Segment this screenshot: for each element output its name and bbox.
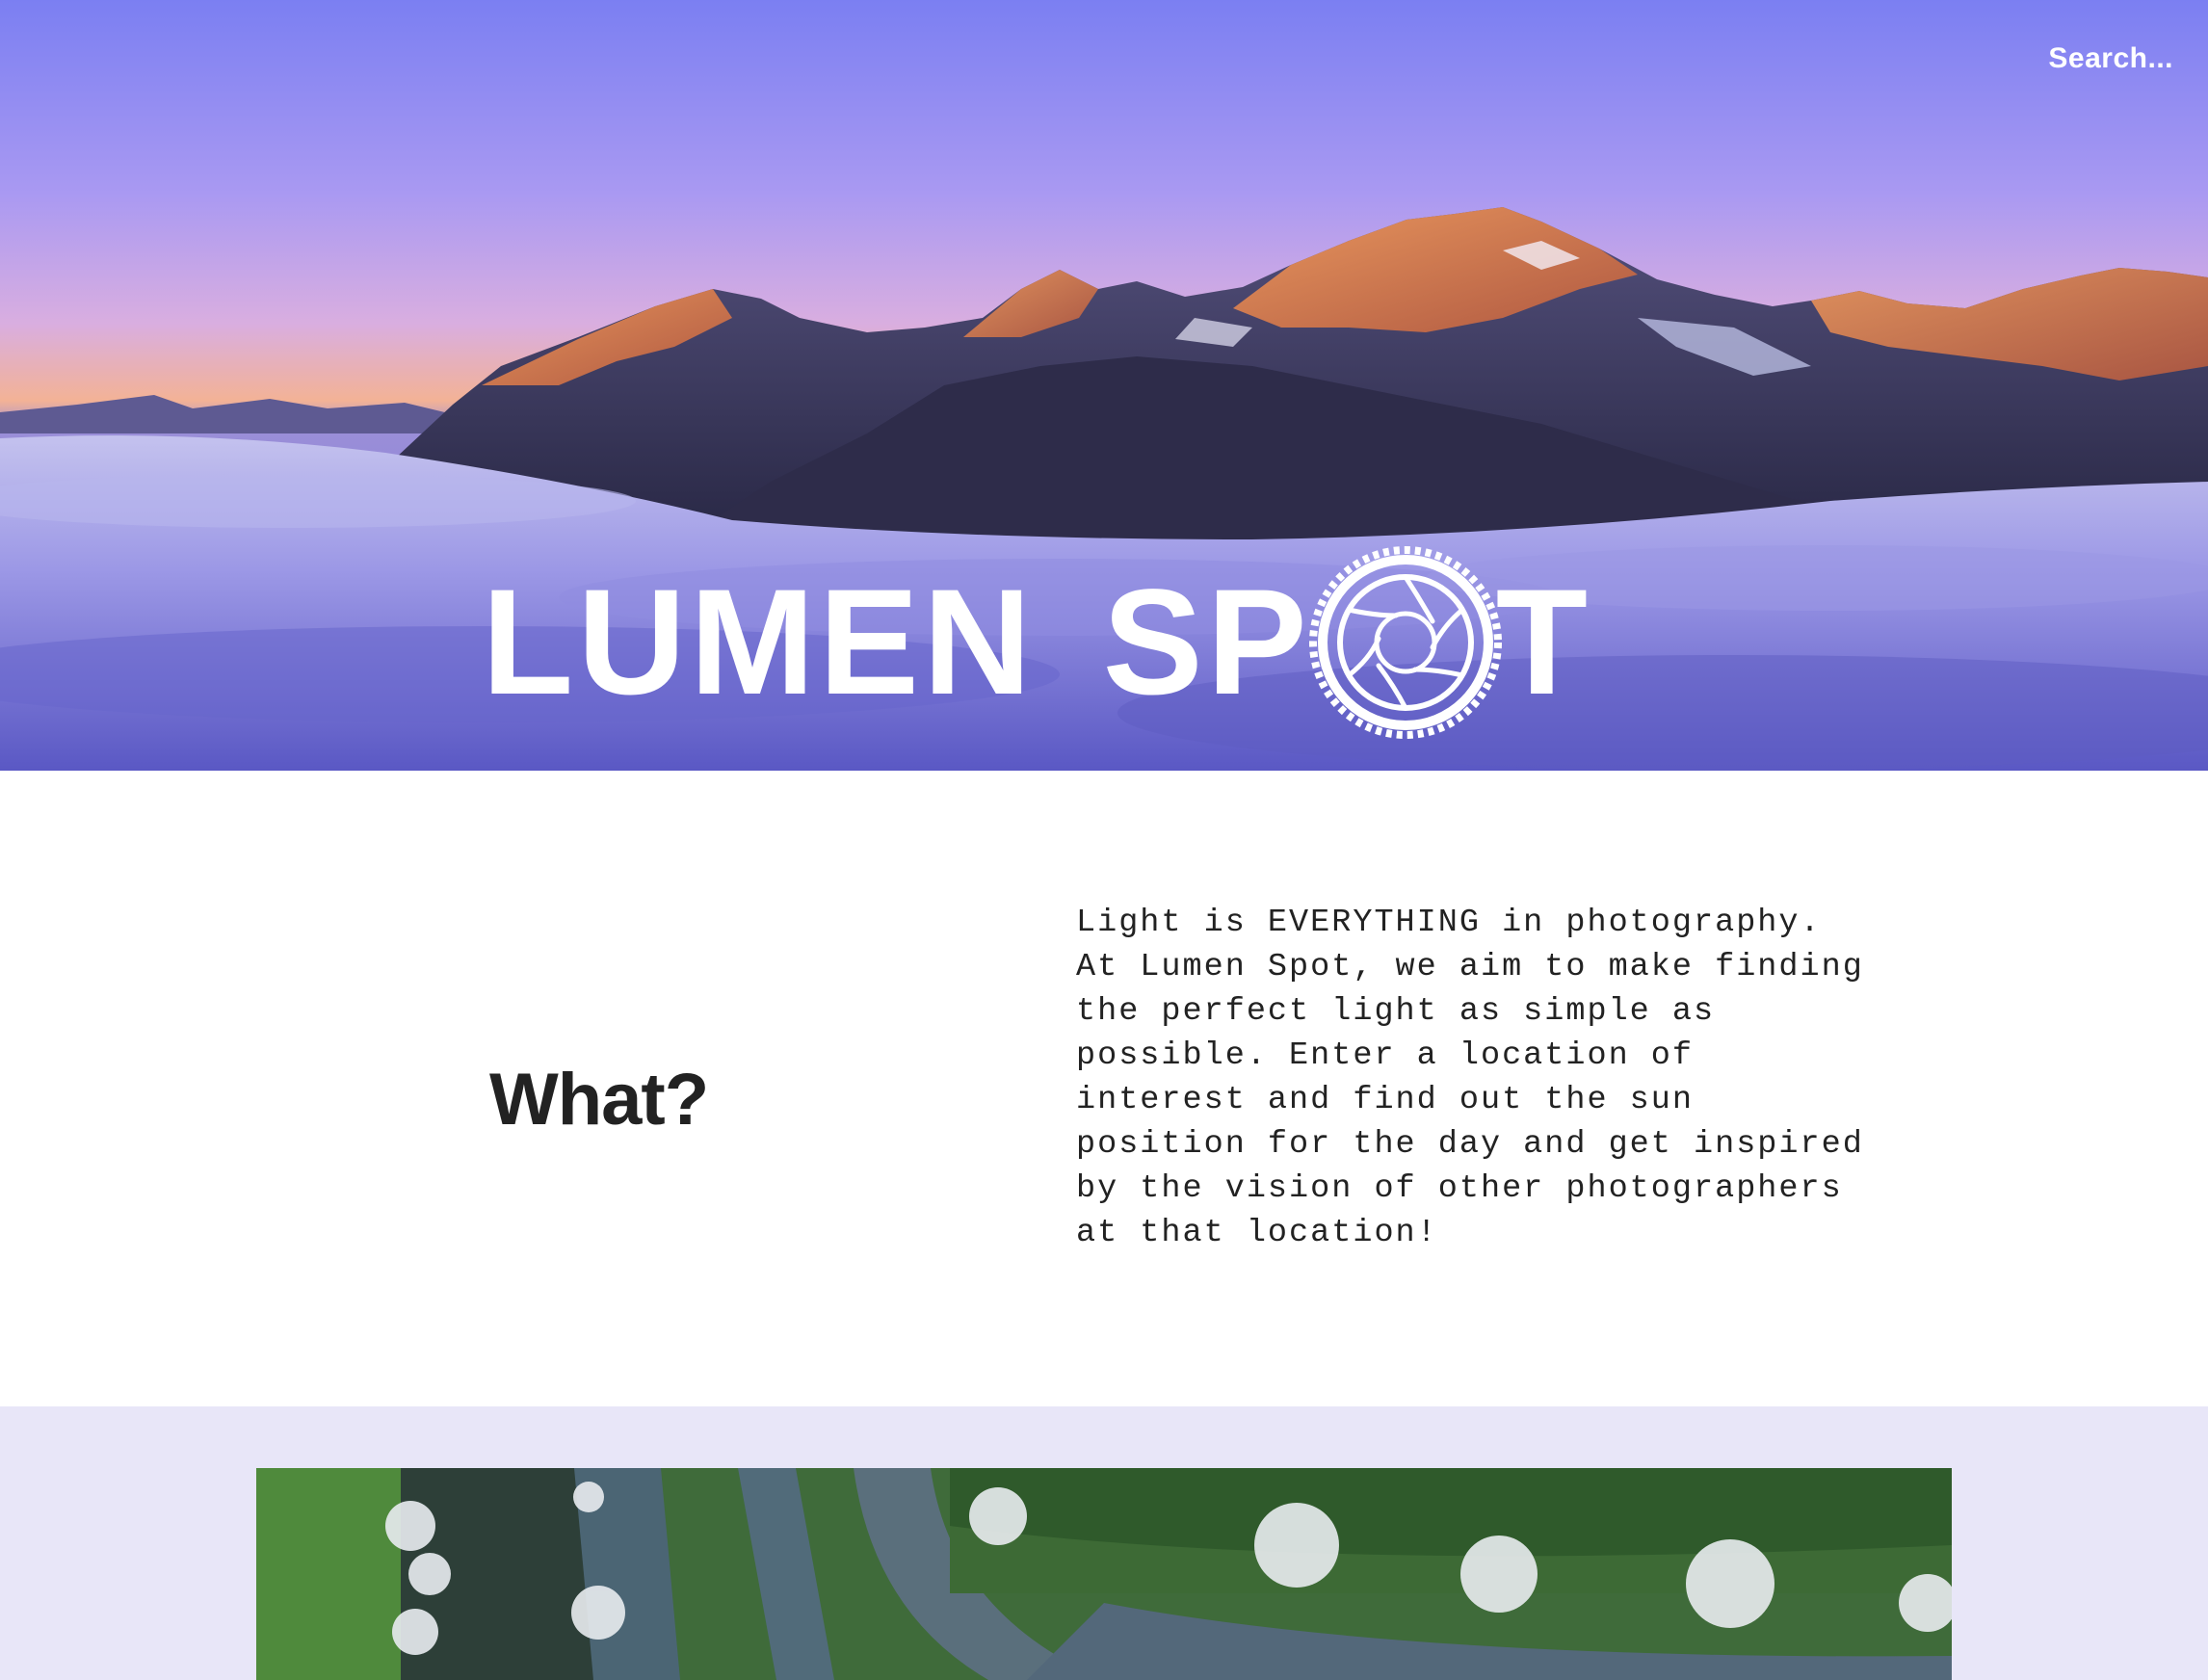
what-description: Light is EVERYTHING in photography. At L… [1076, 905, 1864, 1251]
what-section: What? Light is EVERYTHING in photography… [0, 771, 2208, 1406]
what-title: What? [489, 1059, 709, 1141]
camera-aperture-icon [1308, 546, 1502, 739]
logo-text-sp: SP [1102, 559, 1311, 726]
aerial-road-photo[interactable] [256, 1468, 1952, 1680]
logo[interactable]: LUMEN SP T [482, 546, 1592, 739]
hero-banner: Search... LUMEN SP T [0, 0, 2208, 771]
logo-text-lumen: LUMEN [482, 559, 1036, 726]
gallery-section [0, 1406, 2208, 1680]
aerial-road-image [256, 1468, 1952, 1680]
logo-text-t: T [1495, 559, 1592, 726]
search-input[interactable]: Search... [2048, 42, 2173, 75]
